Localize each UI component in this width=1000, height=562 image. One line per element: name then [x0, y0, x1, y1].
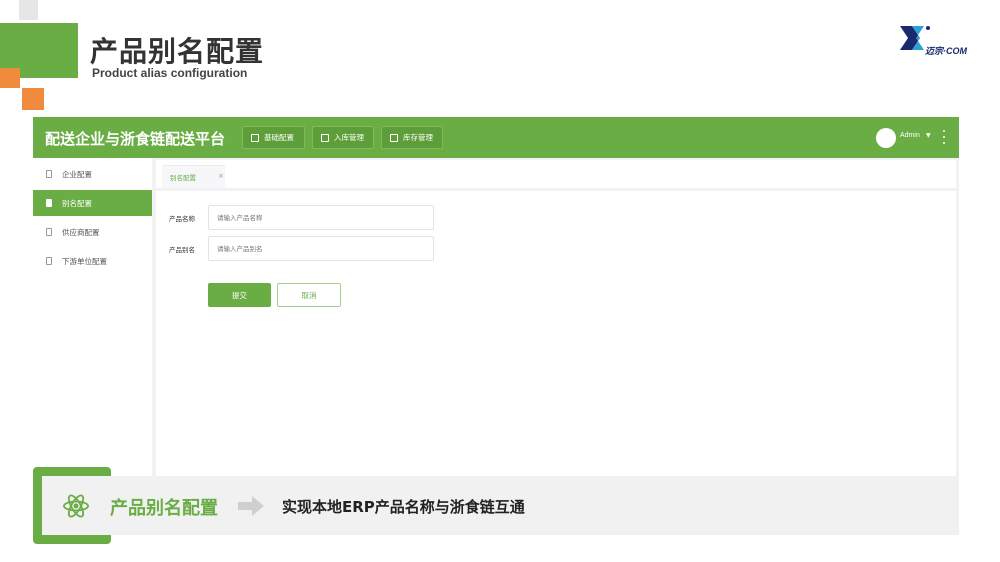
- nav-label: 基础配置: [264, 133, 294, 142]
- form-panel: 产品名称 产品别名 提交 取消: [156, 191, 956, 477]
- clipboard-icon: [46, 199, 52, 207]
- nav-inventory-button[interactable]: 库存管理: [381, 126, 443, 149]
- clipboard-icon: [46, 228, 52, 236]
- app-title: 配送企业与浙食链配送平台: [45, 130, 226, 148]
- sidebar-item-label: 下游单位配置: [62, 256, 107, 266]
- sidebar: 企业配置 别名配置 供应商配置 下游单位配置: [33, 158, 152, 477]
- product-alias-label: 产品别名: [169, 246, 195, 254]
- sidebar-item-label: 企业配置: [62, 169, 92, 179]
- sidebar-item-label: 供应商配置: [62, 227, 100, 237]
- nav-inbound-button[interactable]: 入库管理: [312, 126, 374, 149]
- decor-gray-block: [19, 0, 38, 20]
- app-window: 配送企业与浙食链配送平台 基础配置 入库管理 库存管理 Admin ▼ 企业配置: [33, 117, 959, 477]
- sidebar-item-downstream-config[interactable]: 下游单位配置: [33, 248, 152, 274]
- banner-title: 产品别名配置: [110, 498, 218, 519]
- logo-text: 迈宗·COM: [925, 46, 967, 56]
- banner-description: 实现本地ERP产品名称与浙食链互通: [282, 498, 525, 516]
- tab-alias-config[interactable]: 别名配置 ×: [162, 165, 225, 188]
- sidebar-item-label: 别名配置: [62, 198, 92, 208]
- slide-subtitle: Product alias configuration: [92, 66, 248, 80]
- clipboard-icon: [46, 170, 52, 178]
- more-vertical-icon[interactable]: [942, 130, 946, 144]
- nav-label: 入库管理: [334, 133, 364, 142]
- clipboard-icon: [46, 257, 52, 265]
- sidebar-item-supplier-config[interactable]: 供应商配置: [33, 219, 152, 245]
- tab-label: 别名配置: [170, 174, 196, 182]
- avatar[interactable]: [876, 128, 896, 148]
- chevron-down-icon[interactable]: ▼: [926, 132, 931, 139]
- atom-icon: [63, 494, 89, 518]
- decor-orange-block: [0, 68, 20, 88]
- sidebar-item-enterprise-config[interactable]: 企业配置: [33, 161, 152, 187]
- document-icon: [251, 133, 259, 142]
- submit-button[interactable]: 提交: [208, 283, 271, 307]
- cancel-button[interactable]: 取消: [277, 283, 341, 307]
- nav-basic-config-button[interactable]: 基础配置: [242, 126, 305, 149]
- user-name[interactable]: Admin: [900, 132, 920, 139]
- nav-label: 库存管理: [403, 133, 433, 142]
- summary-banner: 产品别名配置 实现本地ERP产品名称与浙食链互通: [42, 476, 959, 535]
- product-name-input[interactable]: [208, 205, 434, 230]
- inbox-icon: [321, 133, 329, 142]
- app-topbar: 配送企业与浙食链配送平台 基础配置 入库管理 库存管理 Admin ▼: [33, 117, 959, 158]
- tab-bar: 别名配置 ×: [156, 160, 956, 188]
- arrow-right-icon: [238, 496, 264, 516]
- slide: 产品别名配置 Product alias configuration 迈宗·CO…: [0, 0, 1000, 562]
- sidebar-item-alias-config[interactable]: 别名配置: [33, 190, 152, 216]
- product-name-label: 产品名称: [169, 215, 195, 223]
- slide-title: 产品别名配置: [90, 35, 265, 68]
- close-icon[interactable]: ×: [218, 172, 224, 180]
- box-icon: [390, 133, 398, 142]
- decor-orange-block: [22, 88, 44, 110]
- product-alias-input[interactable]: [208, 236, 434, 261]
